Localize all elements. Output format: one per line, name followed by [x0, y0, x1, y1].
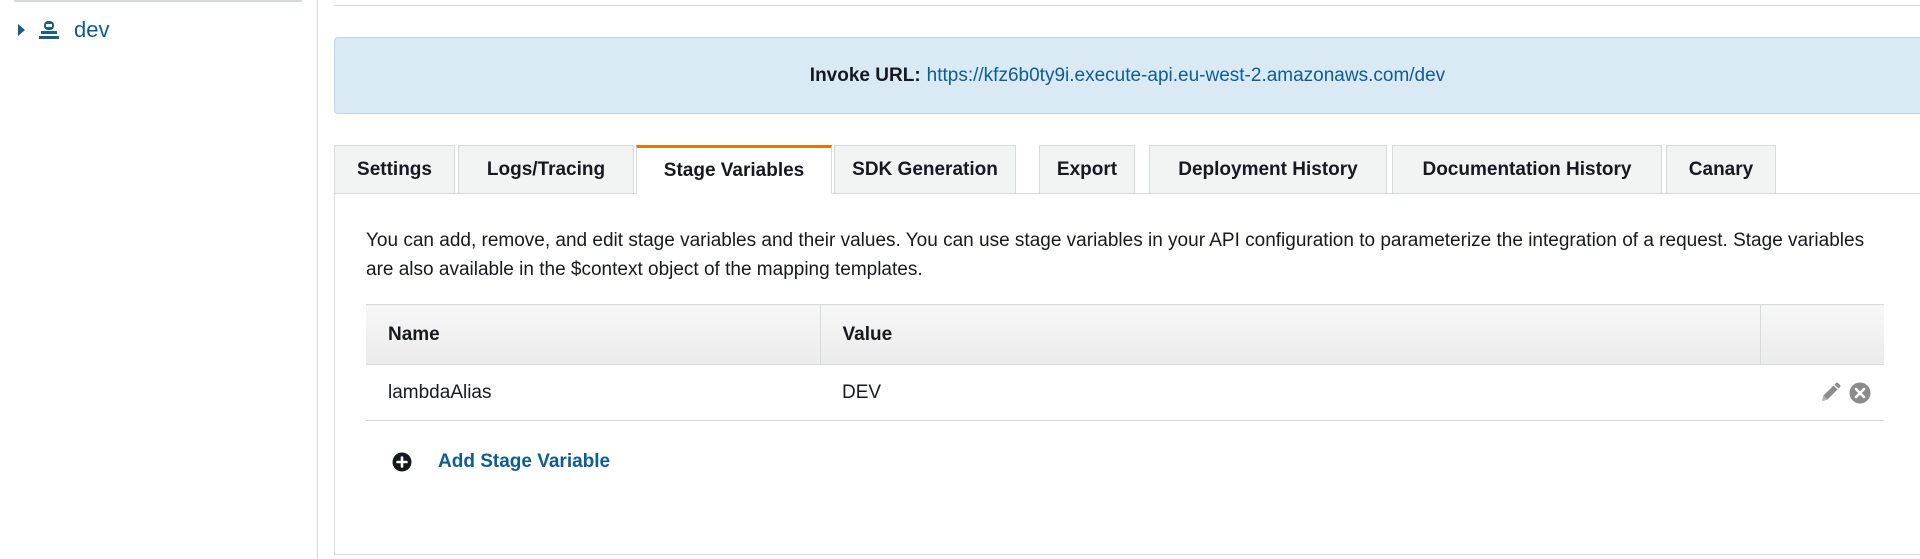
invoke-url-label: Invoke URL: [809, 64, 921, 86]
add-stage-variable-button[interactable]: Add Stage Variable [392, 444, 610, 480]
tab-stage-variables[interactable]: Stage Variables [636, 145, 832, 194]
plus-circle-icon[interactable] [392, 452, 412, 472]
stage-tree-label: dev [74, 17, 110, 42]
tab-canary[interactable]: Canary [1666, 145, 1776, 194]
table-row: lambdaAlias DEV [366, 364, 1884, 421]
stage-variables-description: You can add, remove, and edit stage vari… [366, 230, 1865, 280]
divider [334, 5, 1920, 6]
pencil-icon[interactable] [1818, 381, 1842, 405]
tab-export[interactable]: Export [1039, 145, 1135, 194]
stage-tree-panel: dev [0, 0, 318, 559]
tab-sdk-generation[interactable]: SDK Generation [834, 145, 1016, 194]
stage-variables-panel: You can add, remove, and edit stage vari… [334, 193, 1920, 555]
variable-name-cell: lambdaAlias [366, 364, 820, 421]
column-header-value: Value [819, 304, 1760, 365]
stage-tree-item-dev[interactable]: dev [18, 14, 109, 46]
stage-icon [39, 21, 59, 39]
column-header-name: Name [366, 304, 820, 365]
invoke-url-banner: Invoke URL: https://kfz6b0ty9i.execute-a… [334, 37, 1920, 114]
caret-right-icon[interactable] [18, 24, 25, 36]
stage-editor: Invoke URL: https://kfz6b0ty9i.execute-a… [334, 0, 1920, 559]
tab-logs-tracing[interactable]: Logs/Tracing [458, 145, 634, 194]
divider [14, 0, 302, 2]
stage-variables-table: Name Value lambdaAlias DEV [366, 304, 1884, 421]
remove-circle-icon[interactable] [1848, 381, 1872, 405]
add-stage-variable-label[interactable]: Add Stage Variable [438, 451, 610, 473]
tab-deployment-history[interactable]: Deployment History [1149, 145, 1387, 194]
row-actions-cell [1760, 364, 1884, 421]
variable-value-cell: DEV [820, 364, 1760, 421]
table-header-row: Name Value [366, 304, 1884, 365]
column-header-actions [1759, 304, 1884, 365]
tab-settings[interactable]: Settings [334, 145, 455, 194]
tab-documentation-history[interactable]: Documentation History [1392, 145, 1662, 194]
invoke-url-link[interactable]: https://kfz6b0ty9i.execute-api.eu-west-2… [927, 65, 1446, 87]
row-actions [1782, 381, 1884, 405]
